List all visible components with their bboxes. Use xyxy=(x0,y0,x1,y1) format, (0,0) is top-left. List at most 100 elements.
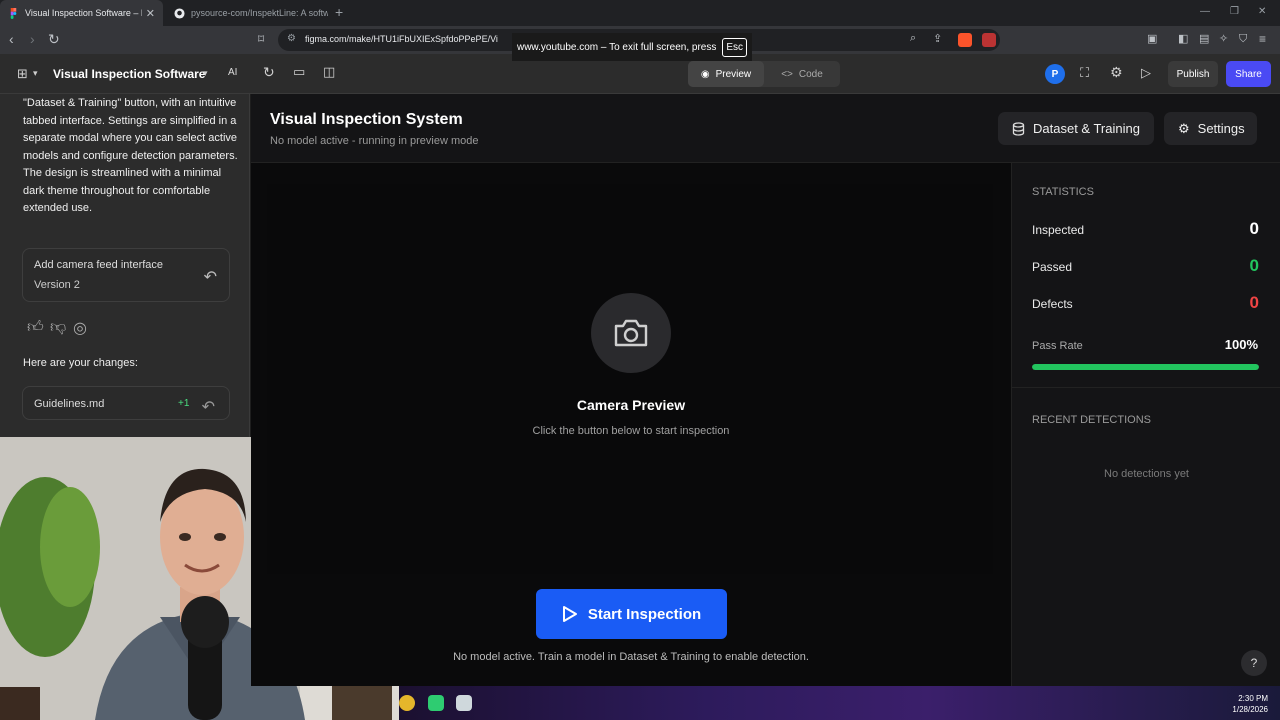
sidebar-icon[interactable]: ◧ xyxy=(1178,32,1188,46)
file-name: Guidelines.md xyxy=(34,398,105,410)
eye-icon: ◉ xyxy=(700,68,710,80)
tab-visual-inspection[interactable]: Visual Inspection Software – Fig ✕ xyxy=(0,0,163,26)
view-toggle: ◉ Preview <> Code xyxy=(688,61,840,87)
version-card[interactable]: Add camera feed interface Version 2 ↶ xyxy=(22,248,230,302)
brave-icon[interactable] xyxy=(958,33,972,47)
vpn-icon[interactable]: ⛉ xyxy=(1239,32,1247,46)
gear-icon[interactable]: ⚙ xyxy=(1110,64,1123,81)
github-icon xyxy=(174,7,185,19)
start-inspection-label: Start Inspection xyxy=(587,605,702,623)
tab-title: pysource-com/InspektLine: A softw xyxy=(191,8,328,18)
clock-date: 1/28/2026 xyxy=(1232,705,1268,714)
assistant-message: "Dataset & Training" button, with an int… xyxy=(23,97,238,214)
dataset-training-label: Dataset & Training xyxy=(1033,121,1140,136)
bookmark-icon[interactable]: ⌑ xyxy=(258,32,264,46)
esc-key: Esc xyxy=(722,37,748,57)
figma-menu-icon[interactable]: ⊞ xyxy=(17,66,28,82)
play-icon[interactable]: ▷ xyxy=(1141,65,1151,81)
rewards-icon[interactable] xyxy=(982,33,996,47)
camera-icon-badge xyxy=(591,293,671,373)
refresh-icon[interactable]: ↻ xyxy=(263,64,275,81)
chevron-down-icon[interactable]: ▾ xyxy=(33,68,38,79)
chat-panel: "Dataset & Training" button, with an int… xyxy=(0,94,250,437)
changes-label: Here are your changes: xyxy=(23,357,138,369)
reload-icon[interactable]: ↻ xyxy=(48,32,60,46)
thumbs-up-icon[interactable]: 👍︎ xyxy=(27,318,44,337)
code-icon: <> xyxy=(781,68,793,80)
file-change-card[interactable]: Guidelines.md +1 ↶ xyxy=(22,386,230,420)
code-tab[interactable]: <> Code xyxy=(764,61,840,87)
version-number: Version 2 xyxy=(34,279,80,291)
help-button[interactable]: ? xyxy=(1241,650,1267,676)
preview-tab[interactable]: ◉ Preview xyxy=(688,61,764,87)
close-icon[interactable]: ✕ xyxy=(146,7,155,20)
title-chevron-icon[interactable]: ▾ xyxy=(203,68,208,79)
file-diff: +1 xyxy=(178,398,190,409)
divider xyxy=(1012,387,1280,388)
back-icon[interactable]: ‹ xyxy=(9,32,14,46)
database-icon xyxy=(1012,121,1025,136)
recent-empty-state: No detections yet xyxy=(1104,468,1189,480)
stat-value: 0 xyxy=(1249,219,1259,238)
chrome-icon[interactable] xyxy=(399,695,415,711)
stat-label: Passed xyxy=(1032,260,1073,274)
toast-text: www.youtube.com – To exit full screen, p… xyxy=(516,41,717,53)
tab-github[interactable]: pysource-com/InspektLine: A softw xyxy=(166,0,336,26)
stat-value: 0 xyxy=(1249,293,1259,312)
layout-icon[interactable]: ◫ xyxy=(323,64,335,80)
stats-panel: STATISTICS Inspected 0 Passed 0 Defects … xyxy=(1011,163,1280,686)
new-tab-icon[interactable]: + xyxy=(335,4,343,20)
stat-value: 0 xyxy=(1249,256,1259,275)
settings-button[interactable]: ⚙ Settings xyxy=(1164,112,1257,145)
statistics-heading: STATISTICS xyxy=(1032,186,1094,198)
publish-button[interactable]: Publish xyxy=(1168,61,1218,87)
share-button[interactable]: Share xyxy=(1226,61,1271,87)
version-title: Add camera feed interface xyxy=(34,259,164,271)
stat-defects: Defects 0 xyxy=(1032,293,1259,315)
minimize-icon[interactable]: — xyxy=(1200,6,1210,17)
forward-icon[interactable]: › xyxy=(30,32,35,46)
page-subtitle: No model active - running in preview mod… xyxy=(270,135,479,147)
fullscreen-toast: www.youtube.com – To exit full screen, p… xyxy=(512,33,752,61)
stat-inspected: Inspected 0 xyxy=(1032,219,1259,241)
start-inspection-button[interactable]: Start Inspection xyxy=(536,589,727,639)
leo-icon[interactable]: ✧ xyxy=(1219,32,1228,46)
zoom-icon[interactable]: ⌕ xyxy=(910,32,916,45)
pass-rate-value: 100% xyxy=(1224,337,1258,352)
window-icon[interactable] xyxy=(456,695,472,711)
app-preview: Visual Inspection System No model active… xyxy=(251,94,1280,686)
ai-badge[interactable]: AI xyxy=(228,67,237,78)
scan-icon[interactable]: ⛶ xyxy=(1080,65,1089,81)
avatar[interactable]: P xyxy=(1045,64,1065,84)
system-clock[interactable]: 2:30 PM 1/28/2026 xyxy=(1232,693,1268,715)
wallet-icon[interactable]: ▤ xyxy=(1199,32,1209,46)
dataset-training-button[interactable]: Dataset & Training xyxy=(998,112,1154,145)
pass-rate-bar xyxy=(1032,364,1259,370)
menu-icon[interactable]: ≡ xyxy=(1259,32,1266,46)
restore-icon[interactable]: ↶ xyxy=(204,267,217,287)
app-icon[interactable] xyxy=(428,695,444,711)
device-icon[interactable]: ▭ xyxy=(293,64,305,80)
camera-feed xyxy=(267,184,993,574)
close-window-icon[interactable]: ✕ xyxy=(1258,6,1266,17)
tab-title: Visual Inspection Software – Fig xyxy=(25,8,142,18)
file-title[interactable]: Visual Inspection Software xyxy=(53,67,205,81)
pass-rate-fill xyxy=(1032,364,1259,370)
camera-subtitle: Click the button below to start inspecti… xyxy=(532,425,730,437)
page-title: Visual Inspection System xyxy=(270,111,463,128)
thumbs-down-icon[interactable]: 👎︎ xyxy=(50,318,66,337)
code-label: Code xyxy=(798,68,823,80)
revert-icon[interactable]: ↶ xyxy=(202,397,215,417)
pass-rate-label: Pass Rate xyxy=(1032,340,1083,352)
restore-icon[interactable]: ❐ xyxy=(1230,6,1239,17)
camera-title: Camera Preview xyxy=(576,397,686,413)
tab-search-icon[interactable]: ▣ xyxy=(1147,32,1157,46)
stat-passed: Passed 0 xyxy=(1032,256,1259,278)
target-icon[interactable]: ◎ xyxy=(73,318,87,338)
play-icon xyxy=(562,606,577,622)
site-info-icon[interactable]: ⚙ xyxy=(287,33,296,44)
model-status-note: No model active. Train a model in Datase… xyxy=(453,651,809,663)
figma-icon xyxy=(10,7,17,19)
taskbar: 2:30 PM 1/28/2026 xyxy=(399,686,1280,720)
share-page-icon[interactable]: ⇪ xyxy=(933,32,942,45)
